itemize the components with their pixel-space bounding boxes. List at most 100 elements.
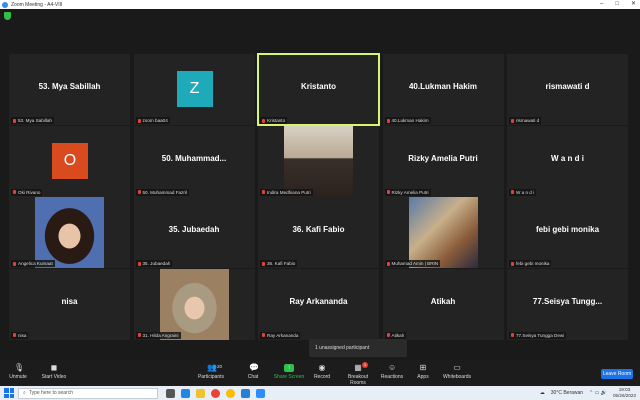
participant-display-name: 77.Seisya Tungg... [532,296,603,306]
participant-name-label: W a n d i [509,188,537,196]
participant-tile[interactable]: Zzoom baa04 [133,54,255,125]
zoom-taskbar-icon[interactable] [256,388,265,398]
reactions-icon: ☺ [388,363,397,372]
muted-mic-icon [13,261,16,266]
zoom-app-icon [2,1,8,8]
participant-name-label: 50. Muhammad Fazril [135,188,189,196]
apps-icon: ⊞ [419,363,427,372]
participant-tile[interactable]: Atikah Atikah [382,268,504,340]
participant-name-text: Ray Arkananda [267,332,299,338]
participant-display-name: Kristanto [300,82,337,91]
leave-room-button[interactable]: Leave Room [601,369,633,379]
participant-display-name: Ray Arkananda [289,296,348,306]
participant-video [35,197,104,268]
participant-tile[interactable]: Angelica Kumaat [9,197,130,268]
breakout-rooms-button[interactable]: ▦ 1 Breakout Rooms [340,362,376,386]
participant-tile[interactable]: 50. Muhammad... 50. Muhammad Fazril [133,125,255,197]
participant-name-text: 40.Lukman Hakim [391,118,429,123]
search-placeholder: Type here to search [28,390,74,396]
participant-name-label: Indira Medhiana Putri [260,188,313,196]
word-icon[interactable] [241,388,250,398]
muted-mic-icon [262,261,265,266]
chat-icon: 💬 [249,363,259,372]
participant-tile[interactable]: 31. Hilda Angraini [133,268,255,340]
record-button[interactable]: ◉ Record [304,364,340,381]
participant-tile[interactable]: 36. Kafi Fabio 36. Kafi Fabio [258,197,379,268]
unassigned-notice: 1 unassigned participant [309,339,407,357]
participant-tile[interactable]: Rizky Amelia Putri Rizky Amelia Putri [382,125,504,197]
breakout-rooms-icon: ▦ [354,363,362,372]
windows-start-icon[interactable] [4,388,14,398]
participant-name-label: Kristanto [260,117,288,124]
participant-name-label: febi gebi monika [509,260,552,267]
muted-mic-icon [13,118,16,123]
participant-name-text: zoom baa04 [142,118,168,123]
participant-tile[interactable]: 77.Seisya Tungg... 77.Seisya Tungga Dewi [507,268,628,340]
muted-mic-icon [511,118,514,123]
participant-tile[interactable]: Muhamad Amin | BRIN [382,197,504,268]
weather-icon: ☁ [539,390,545,396]
participant-name-label: zoom baa04 [135,117,170,124]
participant-tile[interactable]: 53. Mya Sabillah 53. Mya Sabillah [9,54,130,125]
participant-tile[interactable]: Indira Medhiana Putri [258,125,379,197]
participant-video [408,197,478,268]
participant-tile[interactable]: Kristanto Kristanto [257,53,380,126]
participant-avatar: Z [176,71,213,107]
participant-tile[interactable]: 40.Lukman Hakim 40.Lukman Hakim [382,54,504,125]
unassigned-notice-text: 1 unassigned participant [315,345,370,351]
muted-mic-icon [386,333,390,337]
record-label: Record [313,374,331,380]
file-explorer-icon[interactable] [196,388,205,398]
participant-display-name: nisa [61,296,78,306]
participant-tile[interactable]: nisa nisa [9,268,130,340]
encryption-shield-icon[interactable] [4,12,11,20]
participant-name-text: Muhamad Amin | BRIN [391,261,439,266]
participant-name-text: Angelica Kumaat [18,261,53,266]
participant-tile[interactable]: rismawati d rismawati d [507,54,628,125]
participant-tile[interactable]: 35. Jubaedah 35. Jubaedah [133,197,255,268]
apps-label: Apps [417,374,429,380]
start-video-button[interactable]: ◼ Start Video [36,363,72,381]
whiteboards-button[interactable]: ▭ Whiteboards [439,364,475,381]
chat-label: Chat [247,374,259,380]
share-screen-icon: ↑ [284,364,294,372]
edge-icon[interactable] [181,388,190,398]
apps-button[interactable]: ⊞ Apps [405,363,441,381]
window-title: Zoom Meeting - A4-VIII [11,1,63,8]
participant-name-text: 36. Kafi Fabio [267,261,296,266]
close-icon[interactable]: ✕ [631,0,636,9]
taskbar-search-box[interactable]: ⌕ Type here to search [18,387,158,399]
share-screen-button[interactable]: ↑ Share Screen [271,364,307,380]
meeting-toolbar: 🎙 Unmute ◼ Start Video 👥 Participants 20 💬 Ch… [0,360,640,386]
task-view-icon[interactable] [166,388,175,398]
chrome-icon[interactable] [211,388,220,398]
minimize-icon[interactable]: – [600,0,603,9]
participants-button[interactable]: 👥 Participants 20 [193,364,229,381]
participant-name-text: 77.Seisya Tungga Dewi [516,332,565,338]
breakout-badge: 1 [362,362,368,368]
participant-tile[interactable]: Ray Arkananda Ray Arkananda [258,268,379,340]
maximize-icon[interactable]: □ [615,0,619,9]
muted-mic-icon [13,333,16,337]
participant-tile[interactable]: febi gebi monika febi gebi monika [507,197,628,268]
participant-display-name: 53. Mya Sabillah [38,82,101,91]
muted-mic-icon [262,118,265,123]
unmute-button[interactable]: 🎙 Unmute [0,364,36,381]
participant-name-label: Rizky Amelia Putri [384,188,431,196]
chrome-profile-icon[interactable] [226,388,235,398]
weather-text[interactable]: 30°C Berawan [551,390,583,396]
participant-name-label: Oki Rivano [11,188,43,196]
start-video-label: Start Video [41,374,67,380]
tray-icons[interactable]: ⌃ ▭ 🔊 [589,390,607,396]
participant-tile[interactable]: O Oki Rivano [9,125,130,197]
camera-off-icon: ◼ [50,363,58,372]
participant-name-text: rismawati d [516,118,540,123]
clock[interactable]: 19:03 05/26/2023 [613,387,636,399]
participant-name-label: Ray Arkananda [260,331,301,339]
chat-button[interactable]: 💬 Chat [235,363,271,381]
participant-video [159,268,229,340]
participant-name-text: 50. Muhammad Fazril [142,189,187,195]
participants-label: Participants [197,374,225,380]
participant-display-name: 35. Jubaedah [168,225,220,234]
participant-tile[interactable]: W a n d i W a n d i [507,125,628,197]
